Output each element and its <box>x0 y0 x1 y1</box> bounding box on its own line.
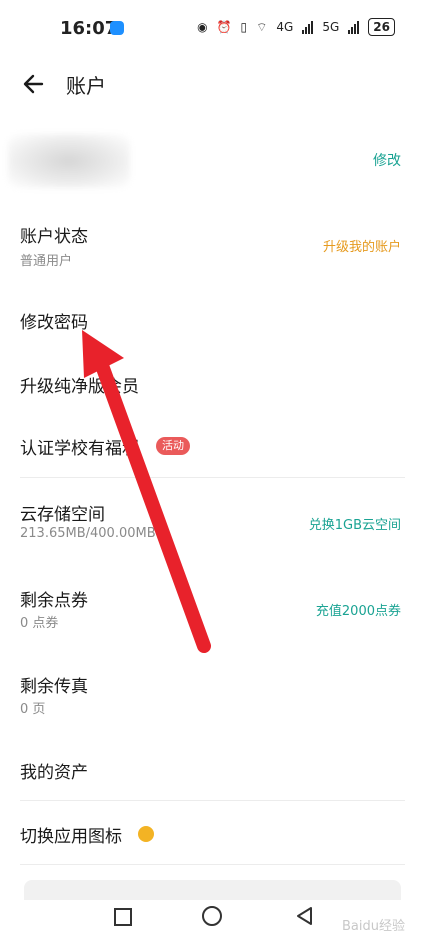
system-nav-bar: Baidu经验 <box>0 900 425 944</box>
cloud-storage-title: 云存储空间 <box>20 505 105 525</box>
divider <box>20 477 405 478</box>
status-time: 16:07 <box>60 18 118 39</box>
upgrade-pure-member-row[interactable]: 升级纯净版会员 <box>0 370 425 406</box>
baidu-watermark: Baidu经验 <box>342 919 405 934</box>
signal-1-label: 4G <box>276 20 294 34</box>
eye-icon: ◉ <box>197 20 208 34</box>
change-password-row[interactable]: 修改密码 <box>0 306 425 342</box>
home-icon[interactable] <box>202 906 222 926</box>
signal-2-label: 5G <box>322 20 340 34</box>
remaining-fax-row[interactable]: 剩余传真 0 页 <box>0 670 425 726</box>
school-certification-title: 认证学校有福利 <box>20 439 139 459</box>
message-notification-icon <box>110 21 124 35</box>
wifi-icon: ⌔ <box>256 19 268 34</box>
remaining-fax-title: 剩余传真 <box>20 677 88 697</box>
redeem-cloud-space-button[interactable]: 兑换1GB云空间 <box>309 514 401 533</box>
back-arrow-icon[interactable] <box>20 70 48 98</box>
nav-back-icon[interactable] <box>294 905 314 927</box>
signal-1-icon <box>302 20 314 34</box>
battery-indicator: 26 <box>368 18 395 36</box>
profile-row[interactable]: 修改 <box>0 128 425 190</box>
cloud-storage-row[interactable]: 云存储空间 213.65MB/400.00MB 兑换1GB云空间 <box>0 498 425 554</box>
upgrade-account-button[interactable]: 升级我的账户 <box>323 236 401 255</box>
switch-app-icon-title: 切换应用图标 <box>20 827 122 847</box>
upgrade-pure-member-title: 升级纯净版会员 <box>20 377 139 397</box>
remaining-points-title: 剩余点券 <box>20 591 88 611</box>
recent-apps-icon[interactable] <box>114 908 132 926</box>
crown-icon <box>138 826 154 842</box>
switch-app-icon-row[interactable]: 切换应用图标 <box>0 820 425 856</box>
alarm-icon: ⏰ <box>216 20 232 34</box>
blurred-profile-info <box>8 134 130 188</box>
account-status-title: 账户状态 <box>20 227 88 247</box>
bottom-card <box>24 880 401 900</box>
recharge-points-button[interactable]: 充值2000点券 <box>316 600 401 619</box>
account-status-value: 普通用户 <box>20 254 73 269</box>
my-assets-title: 我的资产 <box>20 763 88 783</box>
page-title: 账户 <box>66 74 106 98</box>
change-password-title: 修改密码 <box>20 313 88 333</box>
activity-badge: 活动 <box>156 437 190 455</box>
divider <box>20 800 405 801</box>
signal-2-icon <box>348 20 360 34</box>
edit-profile-button[interactable]: 修改 <box>373 150 401 170</box>
remaining-points-row[interactable]: 剩余点券 0 点券 充值2000点券 <box>0 584 425 640</box>
account-status-row[interactable]: 账户状态 普通用户 升级我的账户 <box>0 218 425 274</box>
cloud-storage-usage: 213.65MB/400.00MB <box>20 526 156 541</box>
remaining-fax-value: 0 页 <box>20 702 46 717</box>
remaining-points-value: 0 点券 <box>20 616 59 631</box>
status-icons: ◉ ⏰ ▯ ⌔ 4G 5G 26 <box>197 18 395 36</box>
school-certification-row[interactable]: 认证学校有福利 活动 <box>0 432 425 468</box>
app-header: 账户 <box>0 56 425 110</box>
vibrate-icon: ▯ <box>240 20 248 34</box>
status-bar: 16:07 ◉ ⏰ ▯ ⌔ 4G 5G 26 <box>0 0 425 56</box>
my-assets-row[interactable]: 我的资产 <box>0 756 425 792</box>
divider <box>20 864 405 865</box>
